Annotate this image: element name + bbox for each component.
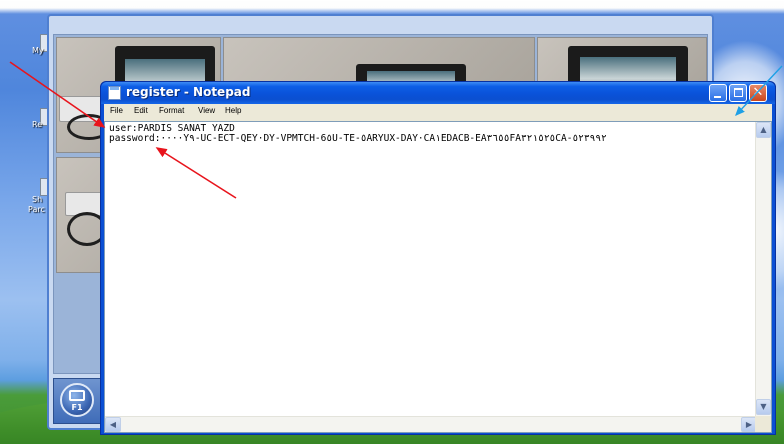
notepad-icon[interactable] xyxy=(108,86,121,100)
desktop-icon-label: Parc xyxy=(28,205,45,214)
minimize-icon xyxy=(714,96,721,98)
scroll-up-button[interactable]: ▲ xyxy=(756,122,771,138)
close-icon: ✕ xyxy=(752,85,764,100)
menu-edit[interactable]: Edit xyxy=(134,106,148,115)
desktop-icon-label: My xyxy=(32,46,44,55)
close-button[interactable]: ✕ xyxy=(749,84,767,102)
desktop-icon-label: Re xyxy=(32,120,43,129)
f1-label: F1 xyxy=(71,403,83,412)
vertical-scrollbar[interactable]: ▲ ▼ xyxy=(755,122,771,416)
chevron-up-icon: ▲ xyxy=(760,125,767,134)
chevron-right-icon: ▶ xyxy=(745,420,753,429)
text-editor-area[interactable]: user:PARDIS SANAT YAZD password:····Y٩-UC… xyxy=(104,121,772,433)
maximize-icon xyxy=(734,88,743,97)
notepad-window[interactable]: register - Notepad ✕ File Edit Format Vi… xyxy=(100,81,776,435)
maximize-button[interactable] xyxy=(729,84,747,102)
f1-help-button[interactable]: F1 xyxy=(60,383,94,417)
window-title: register - Notepad xyxy=(126,85,251,99)
text-line-password: password:····Y٩-UC-ECT-QEY·DY-VPMTCH-6٥U… xyxy=(109,133,607,144)
resize-grip[interactable] xyxy=(755,416,771,432)
notepad-titlebar[interactable]: register - Notepad ✕ xyxy=(101,82,775,104)
menu-view[interactable]: View xyxy=(198,106,215,115)
scroll-down-button[interactable]: ▼ xyxy=(756,399,771,415)
help-icon xyxy=(69,390,85,401)
minimize-button[interactable] xyxy=(709,84,727,102)
scroll-left-button[interactable]: ◀ xyxy=(105,417,121,432)
chevron-left-icon: ◀ xyxy=(109,420,117,429)
chevron-down-icon: ▼ xyxy=(760,402,767,411)
menu-file[interactable]: File xyxy=(110,106,123,115)
menu-help[interactable]: Help xyxy=(225,106,241,115)
text-content[interactable]: user:PARDIS SANAT YAZD password:····Y٩-UC… xyxy=(109,124,607,144)
menu-bar: File Edit Format View Help xyxy=(104,104,772,121)
horizontal-scrollbar[interactable]: ◀ ▶ xyxy=(105,416,757,432)
menu-format[interactable]: Format xyxy=(159,106,184,115)
desktop-icon-label: Sh xyxy=(32,195,43,204)
